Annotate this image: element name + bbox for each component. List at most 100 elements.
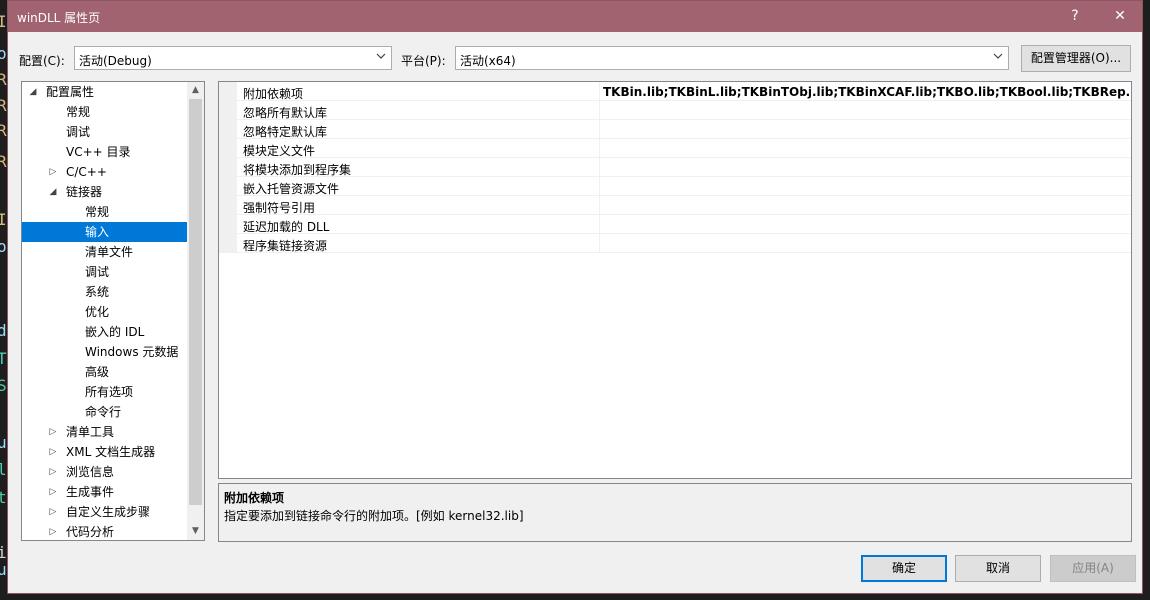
- property-value-cell[interactable]: [599, 158, 1131, 177]
- config-manager-button[interactable]: 配置管理器(O)...: [1021, 45, 1131, 72]
- property-value-cell[interactable]: [599, 139, 1131, 158]
- property-value-cell[interactable]: [599, 177, 1131, 196]
- tree-item[interactable]: 清单文件: [22, 242, 188, 262]
- property-value-cell[interactable]: [599, 101, 1131, 120]
- platform-dropdown[interactable]: 活动(x64): [455, 46, 1009, 70]
- collapsed-triangle-icon[interactable]: ▷: [48, 522, 58, 540]
- tree-item-label: 输入: [85, 225, 110, 239]
- tree-item[interactable]: 高级: [22, 362, 188, 382]
- property-row[interactable]: 附加依赖项 TKBin.lib;TKBinL.lib;TKBinTObj.lib;…: [219, 82, 1131, 101]
- collapsed-triangle-icon[interactable]: ▷: [48, 462, 58, 482]
- background-code-fragment: S: [0, 376, 7, 395]
- tree-item[interactable]: 命令行: [22, 402, 188, 422]
- tree-item[interactable]: 所有选项: [22, 382, 188, 402]
- close-button[interactable]: ✕: [1097, 1, 1143, 32]
- property-row[interactable]: 模块定义文件: [219, 139, 1131, 158]
- description-text: 指定要添加到链接命令行的附加项。[例如 kernel32.lib]: [224, 509, 524, 523]
- tree-item-label: 高级: [85, 365, 110, 379]
- property-name: 程序集链接资源: [243, 239, 328, 253]
- expanded-triangle-icon[interactable]: ◢: [48, 182, 58, 202]
- config-value: 活动(Debug): [79, 54, 152, 68]
- cancel-button[interactable]: 取消: [955, 555, 1041, 582]
- chevron-down-icon: [376, 53, 386, 59]
- tree-scrollbar[interactable]: ▲ ▼: [187, 82, 204, 540]
- property-name: 延迟加载的 DLL: [243, 220, 330, 234]
- background-code-fragment: o: [0, 44, 7, 63]
- collapsed-triangle-icon[interactable]: ▷: [48, 482, 58, 502]
- tree-item[interactable]: 常规: [22, 202, 188, 222]
- tree-item[interactable]: 嵌入的 IDL: [22, 322, 188, 342]
- property-row[interactable]: 忽略所有默认库: [219, 101, 1131, 120]
- tree-item-label: 所有选项: [85, 385, 134, 399]
- tree-item[interactable]: 常规: [22, 102, 188, 122]
- tree-item-label: 清单工具: [66, 425, 115, 439]
- collapsed-triangle-icon[interactable]: ▷: [48, 422, 58, 442]
- row-gutter: [219, 82, 237, 101]
- apply-button[interactable]: 应用(A): [1050, 555, 1136, 582]
- tree-item[interactable]: 调试: [22, 122, 188, 142]
- tree-item[interactable]: 优化: [22, 302, 188, 322]
- property-name: 强制符号引用: [243, 201, 316, 215]
- ok-button[interactable]: 确定: [861, 555, 947, 582]
- property-row[interactable]: 嵌入托管资源文件: [219, 177, 1131, 196]
- property-row[interactable]: 延迟加载的 DLL: [219, 215, 1131, 234]
- row-gutter: [219, 196, 237, 215]
- description-title: 附加依赖项: [224, 491, 285, 505]
- help-button[interactable]: ?: [1052, 1, 1098, 32]
- property-value-cell[interactable]: [599, 215, 1131, 234]
- tree-item[interactable]: 输入: [22, 222, 188, 242]
- property-value-cell[interactable]: TKBin.lib;TKBinL.lib;TKBinTObj.lib;TKBin…: [599, 82, 1131, 101]
- background-code-fragment: u: [0, 560, 7, 579]
- tree-item[interactable]: Windows 元数据: [22, 342, 188, 362]
- tree-item[interactable]: VC++ 目录: [22, 142, 188, 162]
- property-value-cell[interactable]: [599, 234, 1131, 253]
- row-gutter: [219, 215, 237, 234]
- tree-item-label: 调试: [66, 125, 91, 139]
- background-code-fragment: I: [0, 210, 7, 229]
- tree-item[interactable]: ▷ XML 文档生成器: [22, 442, 188, 462]
- expanded-triangle-icon[interactable]: ◢: [28, 82, 38, 102]
- platform-label: 平台(P):: [401, 54, 446, 68]
- tree-item[interactable]: ◢ 配置属性: [22, 82, 188, 102]
- tree-item-label: Windows 元数据: [85, 345, 179, 359]
- background-code-fragment: t: [0, 488, 7, 507]
- property-pages-dialog: winDLL 属性页 ? ✕ 配置(C): 活动(Debug) 平台(P): 活…: [7, 0, 1143, 594]
- tree-item-label: 自定义生成步骤: [66, 505, 151, 519]
- tree-item[interactable]: 系统: [22, 282, 188, 302]
- collapsed-triangle-icon[interactable]: ▷: [48, 502, 58, 522]
- property-value-cell[interactable]: [599, 120, 1131, 139]
- tree-item-label: 优化: [85, 305, 110, 319]
- background-code-fragment: u: [0, 433, 7, 452]
- tree-item[interactable]: ▷ 浏览信息: [22, 462, 188, 482]
- property-row[interactable]: 将模块添加到程序集: [219, 158, 1131, 177]
- background-code-fragment: l: [0, 460, 7, 479]
- tree-item[interactable]: ▷ 生成事件: [22, 482, 188, 502]
- tree-item[interactable]: ◢ 链接器: [22, 182, 188, 202]
- collapsed-triangle-icon[interactable]: ▷: [48, 442, 58, 462]
- tree-item[interactable]: ▷ C/C++: [22, 162, 188, 182]
- tree-item[interactable]: ▷ 自定义生成步骤: [22, 502, 188, 522]
- tree-item[interactable]: 调试: [22, 262, 188, 282]
- row-gutter: [219, 177, 237, 196]
- tree-item[interactable]: ▷ 清单工具: [22, 422, 188, 442]
- row-gutter: [219, 234, 237, 253]
- description-panel: 附加依赖项 指定要添加到链接命令行的附加项。[例如 kernel32.lib]: [218, 483, 1132, 542]
- background-code-fragment: R: [0, 152, 7, 171]
- property-value: TKBin.lib;TKBinL.lib;TKBinTObj.lib;TKBin…: [603, 85, 1131, 99]
- property-row[interactable]: 强制符号引用: [219, 196, 1131, 215]
- category-tree: ◢ 配置属性 常规 调试 VC++ 目录 ▷ C/C++ ◢ 链接器 常规 输入 清单文件 调试 系统 优化…: [21, 81, 205, 541]
- scroll-up-icon[interactable]: ▲: [187, 82, 204, 99]
- tree-item[interactable]: ▷ 代码分析: [22, 522, 188, 540]
- property-row[interactable]: 忽略特定默认库: [219, 120, 1131, 139]
- scroll-down-icon[interactable]: ▼: [187, 523, 204, 540]
- tree-item-label: VC++ 目录: [66, 145, 131, 159]
- chevron-down-icon: [993, 53, 1003, 59]
- background-code-fragment: R: [0, 70, 7, 89]
- property-row[interactable]: 程序集链接资源: [219, 234, 1131, 253]
- property-value-cell[interactable]: [599, 196, 1131, 215]
- config-dropdown[interactable]: 活动(Debug): [74, 46, 392, 70]
- background-code-fragment: R: [0, 121, 7, 140]
- scroll-thumb[interactable]: [189, 99, 202, 505]
- collapsed-triangle-icon[interactable]: ▷: [48, 162, 58, 182]
- title-bar: winDLL 属性页 ? ✕: [8, 1, 1142, 32]
